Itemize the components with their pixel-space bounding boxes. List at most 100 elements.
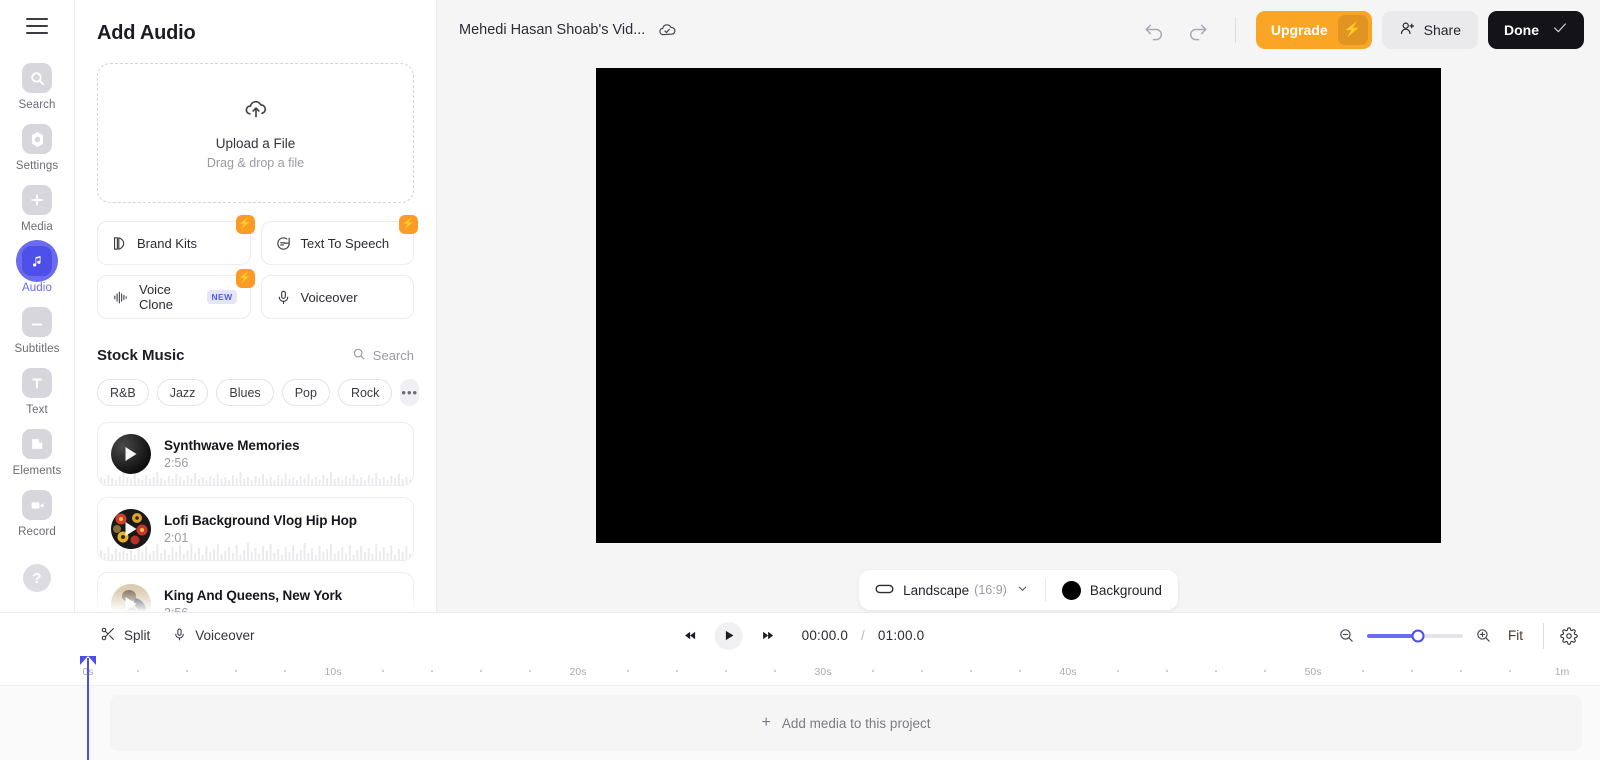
redo-arrow-icon[interactable] (1181, 15, 1215, 45)
ruler-tick (970, 670, 972, 672)
video-preview-canvas[interactable] (596, 68, 1441, 543)
cloud-upload-icon (243, 96, 269, 127)
page-title[interactable]: Mehedi Hasan Shoab's Vid... (459, 22, 645, 38)
zoom-in-icon[interactable] (1475, 627, 1492, 644)
genre-chip-jazz[interactable]: Jazz (156, 379, 209, 406)
list-item[interactable]: Lofi Background Vlog Hip Hop 2:01 (97, 497, 414, 561)
text-t-icon (22, 368, 52, 398)
upgrade-button[interactable]: Upgrade ⚡ (1255, 10, 1372, 49)
ruler-tick (1166, 670, 1168, 672)
search-label: Search (372, 348, 414, 363)
sidebar-item-media[interactable]: Media (0, 178, 75, 239)
ruler-tick (529, 670, 531, 672)
timeline-settings-icon[interactable] (1560, 626, 1578, 645)
ruler-tick (235, 670, 237, 672)
play-icon (125, 447, 137, 461)
background-color-swatch (1061, 580, 1081, 600)
timeline-region: Split Voiceover 00:00.0 / 01:00.0 Fit 10… (0, 612, 1600, 760)
stock-music-track-list: Synthwave Memories 2:56 Lofi Background … (97, 422, 414, 612)
fit-button[interactable]: Fit (1504, 628, 1527, 643)
share-button[interactable]: Share (1381, 10, 1478, 49)
upload-dropzone[interactable]: Upload a File Drag & drop a file (97, 63, 414, 203)
add-media-button[interactable]: + Add media to this project (110, 695, 1582, 751)
zoom-out-icon[interactable] (1338, 627, 1355, 644)
timeline-ruler[interactable]: 0s 10s 20s 30s 40s 50s (0, 658, 1600, 686)
new-badge: NEW (207, 290, 237, 304)
genre-chip-pop[interactable]: Pop (281, 379, 330, 406)
done-button[interactable]: Done (1488, 10, 1584, 49)
zoom-slider[interactable] (1367, 629, 1463, 642)
voiceover-button[interactable]: Voiceover (260, 275, 414, 319)
pro-lightning-bolt-icon: ⚡ (399, 215, 418, 234)
top-bar: Mehedi Hasan Shoab's Vid... Upgrade ⚡ Sh… (437, 0, 1600, 59)
track-name: King And Queens, New York (164, 588, 343, 603)
audio-panel: Add Audio Upload a File Drag & drop a fi… (75, 0, 437, 612)
quick-actions-grid: Brand Kits ⚡ Text To Speech ⚡ Voice Clon… (97, 215, 418, 319)
video-editor-app: Search Settings Media Audio Subtitles Te… (0, 0, 1600, 760)
ruler-tick (284, 670, 286, 672)
sidebar-item-subtitles[interactable]: Subtitles (0, 300, 75, 361)
microphone-icon (172, 627, 187, 645)
split-button[interactable]: Split (100, 626, 150, 645)
playhead-handle[interactable] (80, 656, 97, 665)
timeline-zoom-controls: Fit (1338, 622, 1578, 649)
play-button[interactable] (714, 621, 743, 650)
left-icon-rail: Search Settings Media Audio Subtitles Te… (0, 0, 75, 612)
sidebar-item-search[interactable]: Search (0, 56, 75, 117)
stock-music-search-button[interactable]: Search (352, 347, 414, 364)
voice-clone-button[interactable]: Voice Clone NEW ⚡ (97, 269, 255, 319)
pro-lightning-bolt-icon: ⚡ (235, 215, 255, 234)
genre-chip-rnb[interactable]: R&B (97, 379, 149, 406)
ruler-tick-label: 10s (324, 666, 342, 678)
person-add-icon (1399, 20, 1416, 40)
ruler-tick (186, 670, 188, 672)
genre-chips: R&B Jazz Blues Pop Rock ••• (97, 379, 420, 406)
more-genres-icon[interactable]: ••• (400, 379, 420, 406)
time-separator: / (861, 628, 865, 643)
sidebar-item-record[interactable]: Record (0, 483, 75, 544)
list-item[interactable]: Synthwave Memories 2:56 (97, 422, 414, 486)
skip-back-icon[interactable] (676, 622, 704, 650)
skip-forward-icon[interactable] (754, 622, 782, 650)
track-duration: 2:56 (164, 456, 189, 470)
scissors-icon (100, 626, 116, 645)
help-button[interactable]: ? (23, 564, 51, 592)
upload-title: Upload a File (215, 136, 296, 151)
ruler-tick (382, 670, 384, 672)
ruler-tick (1264, 670, 1266, 672)
genre-chip-blues[interactable]: Blues (216, 379, 274, 406)
timeline-playhead[interactable] (80, 656, 97, 760)
brand-kits-button[interactable]: Brand Kits ⚡ (97, 215, 255, 265)
background-label: Background (1089, 582, 1162, 598)
timeline-voiceover-button[interactable]: Voiceover (172, 627, 255, 645)
sidebar-item-settings[interactable]: Settings (0, 117, 75, 178)
sidebar-item-audio[interactable]: Audio (0, 239, 75, 300)
genre-chip-rock[interactable]: Rock (337, 379, 393, 406)
track-meta: King And Queens, New York 2:56 (164, 588, 342, 612)
hamburger-menu-icon[interactable] (26, 18, 48, 34)
panel-title: Add Audio (97, 22, 196, 44)
sidebar-item-elements[interactable]: Elements (0, 422, 75, 483)
add-media-label: Add media to this project (781, 715, 931, 731)
plus-icon: + (761, 714, 771, 731)
plus-icon (22, 185, 52, 215)
aspect-ratio-selector[interactable]: Landscape (16:9) (859, 570, 1045, 610)
brand-kit-icon (111, 235, 128, 252)
timeline-left-tools: Split Voiceover (100, 626, 255, 645)
top-bar-actions: Upgrade ⚡ Share Done (1137, 10, 1584, 49)
play-icon (125, 522, 137, 536)
playback-controls: 00:00.0 / 01:00.0 (676, 621, 925, 650)
undo-arrow-icon[interactable] (1137, 15, 1171, 45)
track-artwork (111, 434, 151, 474)
quick-action-label: Text To Speech (300, 235, 390, 251)
list-item[interactable]: King And Queens, New York 2:56 (97, 572, 414, 612)
sidebar-item-text[interactable]: Text (0, 361, 75, 422)
text-to-speech-button[interactable]: Text To Speech ⚡ (260, 215, 418, 265)
waveform-icon (111, 289, 130, 306)
pro-lightning-bolt-icon: ⚡ (235, 269, 255, 288)
ruler-tick (1215, 670, 1217, 672)
background-selector[interactable]: Background (1046, 570, 1178, 610)
zoom-slider-knob[interactable] (1411, 629, 1425, 642)
ruler-tick (725, 670, 727, 672)
quick-action-label: Voiceover (300, 289, 358, 305)
